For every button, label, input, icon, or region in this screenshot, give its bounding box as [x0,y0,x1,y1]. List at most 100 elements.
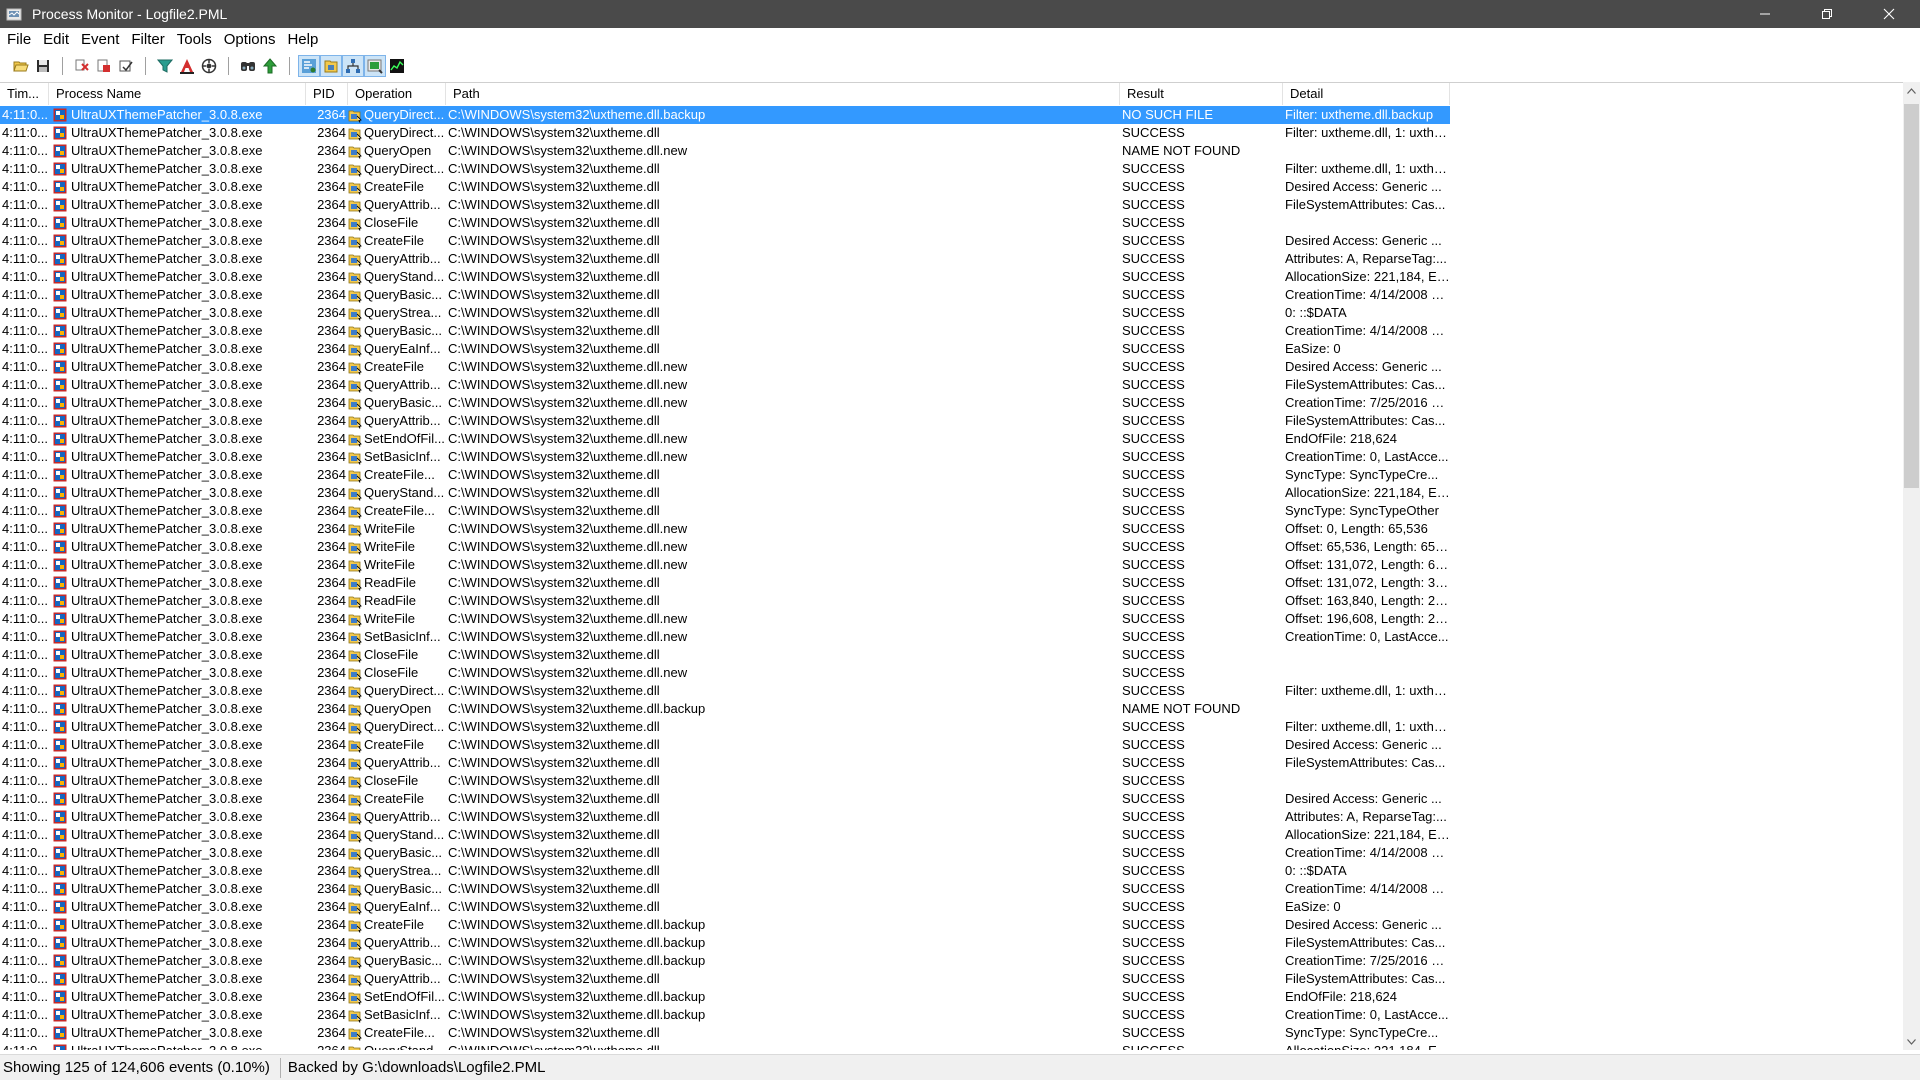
table-row[interactable]: 4:11:0... UltraUXThemePatcher_3.0.8.exe 23… [0,196,1903,214]
table-row[interactable]: 4:11:0... UltraUXThemePatcher_3.0.8.exe 23… [0,484,1903,502]
table-row[interactable]: 4:11:0... UltraUXThemePatcher_3.0.8.exe 23… [0,898,1903,916]
filesystem-activity-icon [323,58,339,74]
column-header-time[interactable]: Tim... [0,83,49,105]
close-button[interactable] [1858,0,1920,28]
scroll-up-button[interactable] [1903,82,1920,99]
table-row[interactable]: 4:11:0... UltraUXThemePatcher_3.0.8.exe 23… [0,304,1903,322]
filesystem-activity-button[interactable] [320,55,342,77]
table-row[interactable]: 4:11:0... UltraUXThemePatcher_3.0.8.exe 23… [0,844,1903,862]
cell-result: SUCCESS [1122,179,1185,194]
save-button[interactable] [32,55,54,77]
jump-to-button[interactable] [259,55,281,77]
column-header-process-name[interactable]: Process Name [49,83,306,105]
table-row[interactable]: 4:11:0... UltraUXThemePatcher_3.0.8.exe 23… [0,736,1903,754]
table-row[interactable]: 4:11:0... UltraUXThemePatcher_3.0.8.exe 23… [0,700,1903,718]
table-row[interactable]: 4:11:0... UltraUXThemePatcher_3.0.8.exe 23… [0,1042,1903,1050]
status-divider [279,1057,281,1078]
menu-options[interactable]: Options [218,28,282,52]
table-row[interactable]: 4:11:0... UltraUXThemePatcher_3.0.8.exe 23… [0,862,1903,880]
column-header-path[interactable]: Path [446,83,1120,105]
table-row[interactable]: 4:11:0... UltraUXThemePatcher_3.0.8.exe 23… [0,106,1903,124]
menu-filter[interactable]: Filter [125,28,170,52]
cell-detail: Offset: 131,072, Length: 65,... [1285,557,1450,572]
process-monitor-app-icon [6,6,24,22]
clear-button[interactable] [93,55,115,77]
registry-activity-button[interactable] [298,55,320,77]
table-row[interactable]: 4:11:0... UltraUXThemePatcher_3.0.8.exe 23… [0,592,1903,610]
menu-tools[interactable]: Tools [171,28,218,52]
cell-detail: FileSystemAttributes: Cas... [1285,935,1446,950]
table-row[interactable]: 4:11:0... UltraUXThemePatcher_3.0.8.exe 23… [0,880,1903,898]
operation-text: QueryBasic... [364,395,443,410]
table-row[interactable]: 4:11:0... UltraUXThemePatcher_3.0.8.exe 23… [0,520,1903,538]
minimize-button[interactable] [1734,0,1796,28]
process-thread-activity-button[interactable] [364,55,386,77]
table-row[interactable]: 4:11:0... UltraUXThemePatcher_3.0.8.exe 23… [0,466,1903,484]
open-button[interactable] [10,55,32,77]
profiling-events-button[interactable] [386,55,408,77]
column-header-result[interactable]: Result [1120,83,1283,105]
table-row[interactable]: 4:11:0... UltraUXThemePatcher_3.0.8.exe 23… [0,160,1903,178]
table-row[interactable]: 4:11:0... UltraUXThemePatcher_3.0.8.exe 23… [0,664,1903,682]
table-row[interactable]: 4:11:0... UltraUXThemePatcher_3.0.8.exe 23… [0,1024,1903,1042]
table-row[interactable]: 4:11:0... UltraUXThemePatcher_3.0.8.exe 23… [0,232,1903,250]
table-row[interactable]: 4:11:0... UltraUXThemePatcher_3.0.8.exe 23… [0,952,1903,970]
menu-edit[interactable]: Edit [37,28,75,52]
table-row[interactable]: 4:11:0... UltraUXThemePatcher_3.0.8.exe 23… [0,340,1903,358]
table-row[interactable]: 4:11:0... UltraUXThemePatcher_3.0.8.exe 23… [0,772,1903,790]
table-row[interactable]: 4:11:0... UltraUXThemePatcher_3.0.8.exe 23… [0,682,1903,700]
table-row[interactable]: 4:11:0... UltraUXThemePatcher_3.0.8.exe 23… [0,268,1903,286]
table-row[interactable]: 4:11:0... UltraUXThemePatcher_3.0.8.exe 23… [0,808,1903,826]
table-row[interactable]: 4:11:0... UltraUXThemePatcher_3.0.8.exe 23… [0,754,1903,772]
table-row[interactable]: 4:11:0... UltraUXThemePatcher_3.0.8.exe 23… [0,610,1903,628]
table-row[interactable]: 4:11:0... UltraUXThemePatcher_3.0.8.exe 23… [0,790,1903,808]
table-row[interactable]: 4:11:0... UltraUXThemePatcher_3.0.8.exe 23… [0,322,1903,340]
table-row[interactable]: 4:11:0... UltraUXThemePatcher_3.0.8.exe 23… [0,286,1903,304]
table-row[interactable]: 4:11:0... UltraUXThemePatcher_3.0.8.exe 23… [0,970,1903,988]
operation-text: QueryDirect... [364,683,445,698]
table-row[interactable]: 4:11:0... UltraUXThemePatcher_3.0.8.exe 23… [0,124,1903,142]
table-row[interactable]: 4:11:0... UltraUXThemePatcher_3.0.8.exe 23… [0,574,1903,592]
table-row[interactable]: 4:11:0... UltraUXThemePatcher_3.0.8.exe 23… [0,430,1903,448]
table-row[interactable]: 4:11:0... UltraUXThemePatcher_3.0.8.exe 23… [0,934,1903,952]
table-row[interactable]: 4:11:0... UltraUXThemePatcher_3.0.8.exe 23… [0,178,1903,196]
table-row[interactable]: 4:11:0... UltraUXThemePatcher_3.0.8.exe 23… [0,358,1903,376]
table-row[interactable]: 4:11:0... UltraUXThemePatcher_3.0.8.exe 23… [0,142,1903,160]
scroll-down-button[interactable] [1903,1033,1920,1050]
table-row[interactable]: 4:11:0... UltraUXThemePatcher_3.0.8.exe 23… [0,988,1903,1006]
column-header-detail[interactable]: Detail [1283,83,1450,105]
find-button[interactable] [237,55,259,77]
table-row[interactable]: 4:11:0... UltraUXThemePatcher_3.0.8.exe 23… [0,556,1903,574]
operation-text: QueryBasic... [364,323,443,338]
menu-help[interactable]: Help [281,28,324,52]
highlight-button[interactable] [176,55,198,77]
scrollbar-thumb[interactable] [1904,104,1919,488]
table-row[interactable]: 4:11:0... UltraUXThemePatcher_3.0.8.exe 23… [0,916,1903,934]
table-row[interactable]: 4:11:0... UltraUXThemePatcher_3.0.8.exe 23… [0,394,1903,412]
table-row[interactable]: 4:11:0... UltraUXThemePatcher_3.0.8.exe 23… [0,412,1903,430]
edit-filter-button[interactable] [115,55,137,77]
table-row[interactable]: 4:11:0... UltraUXThemePatcher_3.0.8.exe 23… [0,250,1903,268]
table-row[interactable]: 4:11:0... UltraUXThemePatcher_3.0.8.exe 23… [0,502,1903,520]
table-row[interactable]: 4:11:0... UltraUXThemePatcher_3.0.8.exe 23… [0,1006,1903,1024]
network-activity-button[interactable] [342,55,364,77]
filter-button[interactable] [154,55,176,77]
column-header-operation[interactable]: Operation [348,83,446,105]
cell-time: 4:11:0... [2,701,49,716]
table-row[interactable]: 4:11:0... UltraUXThemePatcher_3.0.8.exe 23… [0,448,1903,466]
table-row[interactable]: 4:11:0... UltraUXThemePatcher_3.0.8.exe 23… [0,376,1903,394]
table-row[interactable]: 4:11:0... UltraUXThemePatcher_3.0.8.exe 23… [0,718,1903,736]
column-header-pid[interactable]: PID [306,83,348,105]
restore-button[interactable] [1796,0,1858,28]
include-process-button[interactable] [198,55,220,77]
autoscroll-button[interactable] [71,55,93,77]
vertical-scrollbar[interactable] [1903,82,1920,1050]
table-row[interactable]: 4:11:0... UltraUXThemePatcher_3.0.8.exe 23… [0,628,1903,646]
table-row[interactable]: 4:11:0... UltraUXThemePatcher_3.0.8.exe 23… [0,826,1903,844]
table-row[interactable]: 4:11:0... UltraUXThemePatcher_3.0.8.exe 23… [0,646,1903,664]
table-row[interactable]: 4:11:0... UltraUXThemePatcher_3.0.8.exe 23… [0,214,1903,232]
menu-file[interactable]: File [0,28,37,52]
menu-event[interactable]: Event [75,28,125,52]
event-list[interactable]: Tim... Process Name PID Operation Path R… [0,82,1903,1050]
table-row[interactable]: 4:11:0... UltraUXThemePatcher_3.0.8.exe 23… [0,538,1903,556]
